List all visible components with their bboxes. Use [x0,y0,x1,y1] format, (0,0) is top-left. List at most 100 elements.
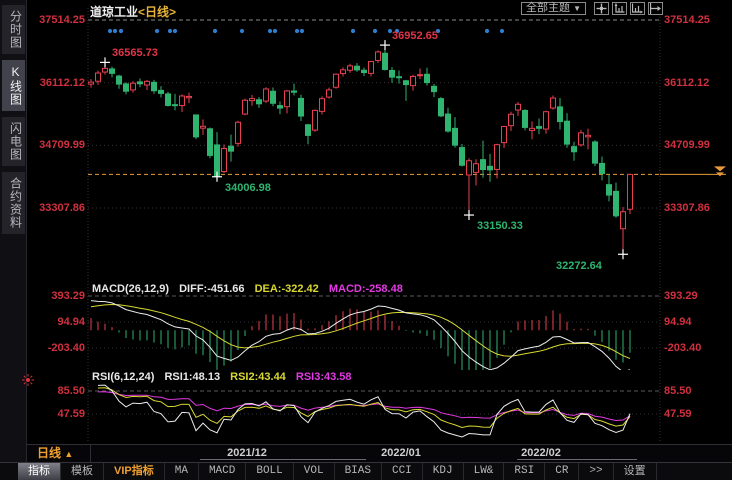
event-dot[interactable] [119,29,123,33]
candle-body [250,99,255,101]
event-dot[interactable] [300,29,304,33]
axis-value-label: -203.40 [664,343,701,354]
scale-y-axis-icon[interactable] [612,2,627,15]
rsi-header: RSI(6,12,24) RSI1:48.13 RSI2:43.44 RSI3:… [92,371,359,383]
event-dot[interactable] [351,29,355,33]
axis-value-label: 37514.25 [28,15,85,26]
symbol-name: 道琼工业 [90,5,138,19]
rsi2-value: RSI2:43.44 [230,371,286,383]
event-dot[interactable] [108,29,112,33]
tab-指标[interactable]: 指标 [18,463,61,480]
tab-LW&[interactable]: LW& [464,463,505,480]
candle-body [229,146,234,151]
candle-body [586,135,591,137]
sidebar-item-合约资料[interactable]: 合约资料 [2,172,25,234]
swing-low-label: 34006.98 [225,182,271,194]
candle-body [306,125,311,136]
candle-body [495,145,500,170]
candle-body [537,127,542,129]
tab-CR[interactable]: CR [545,463,579,480]
tab-设置[interactable]: 设置 [614,463,657,480]
period-selector[interactable]: 日线 ▲ [27,445,91,462]
candle-body [607,185,612,195]
candle-body [173,105,178,106]
indicator-settings-icon[interactable] [22,374,34,386]
event-dot[interactable] [173,29,177,33]
candle-body [348,66,353,70]
candle-body [383,53,388,69]
candle-body [390,70,395,77]
sidebar-item-闪电图[interactable]: 闪电图 [2,117,25,166]
candle-body [572,147,577,152]
tab-RSI[interactable]: RSI [504,463,545,480]
tab-BIAS[interactable]: BIAS [335,463,382,480]
candle-body [152,82,157,90]
candle-body [376,52,381,60]
macd-panel[interactable] [88,296,660,374]
swing-low-label: 32272.64 [556,260,602,272]
event-dot[interactable] [213,29,217,33]
event-dot[interactable] [273,29,277,33]
candle-body [299,98,304,116]
tab-BOLL[interactable]: BOLL [246,463,293,480]
rsi1-value: RSI1:48.13 [164,371,220,383]
candle-body [600,163,605,173]
axis-value-label: 34709.99 [664,140,710,151]
event-dot[interactable] [168,29,172,33]
main-price-panel[interactable] [88,20,660,254]
candle-body [180,96,185,106]
candle-body [565,121,570,144]
candle-body [96,73,101,81]
event-dot[interactable] [373,29,377,33]
event-dot[interactable] [268,29,272,33]
x-axis-month-label: 2022/01 [381,447,421,459]
shift-right-icon[interactable] [648,2,663,15]
candle-body [208,129,213,156]
event-dot[interactable] [500,29,504,33]
scale-x-axis-icon[interactable] [630,2,645,15]
chart-mode-sidebar: 分时图 K线图闪电图合约资料 [0,0,27,462]
candle-body [362,70,367,72]
axis-value-label: 33307.86 [28,203,85,214]
candle-body [425,74,430,82]
event-dot[interactable] [240,29,244,33]
candle-body [159,90,164,93]
candle-body [327,90,332,97]
candle-body [271,91,276,103]
event-dot[interactable] [295,29,299,33]
candle-body [404,81,409,85]
candle-body [411,76,416,85]
event-dot[interactable] [155,29,159,33]
x-axis-month-label: 2021/12 [227,447,267,459]
axis-value-label: 36112.12 [28,78,85,89]
macd-diff-value: DIFF:-451.66 [179,283,244,295]
event-dot[interactable] [113,29,117,33]
axis-value-label: 33307.86 [664,203,710,214]
tab-VOL[interactable]: VOL [294,463,335,480]
theme-select-button[interactable]: 全部主题 ▼ [521,2,586,15]
candle-body [628,174,633,209]
tab-KDJ[interactable]: KDJ [423,463,464,480]
tab-MACD[interactable]: MACD [199,463,246,480]
candle-body [145,81,150,85]
chart-canvas[interactable] [0,0,732,480]
tab-VIP指标[interactable]: VIP指标 [104,463,165,480]
candle-body [502,126,507,142]
tab-CCI[interactable]: CCI [382,463,423,480]
tab->>[interactable]: >> [579,463,613,480]
rsi-name: RSI(6,12,24) [92,371,154,383]
sidebar-item-K线图[interactable]: K线图 [2,60,25,111]
tab-模板[interactable]: 模板 [61,463,104,480]
pan-move-icon[interactable] [594,2,609,15]
axis-value-label: 34709.99 [28,140,85,151]
sidebar-item-分时图[interactable]: 分时图 [2,5,25,54]
event-dot[interactable] [485,29,489,33]
tab-MA[interactable]: MA [165,463,199,480]
candle-body [481,160,486,170]
candle-body [453,128,458,145]
candle-body [89,82,94,84]
candle-body [131,83,136,90]
rsi-panel[interactable] [88,385,660,437]
swing-high-label: 36565.73 [112,47,158,59]
candle-body [432,86,437,91]
